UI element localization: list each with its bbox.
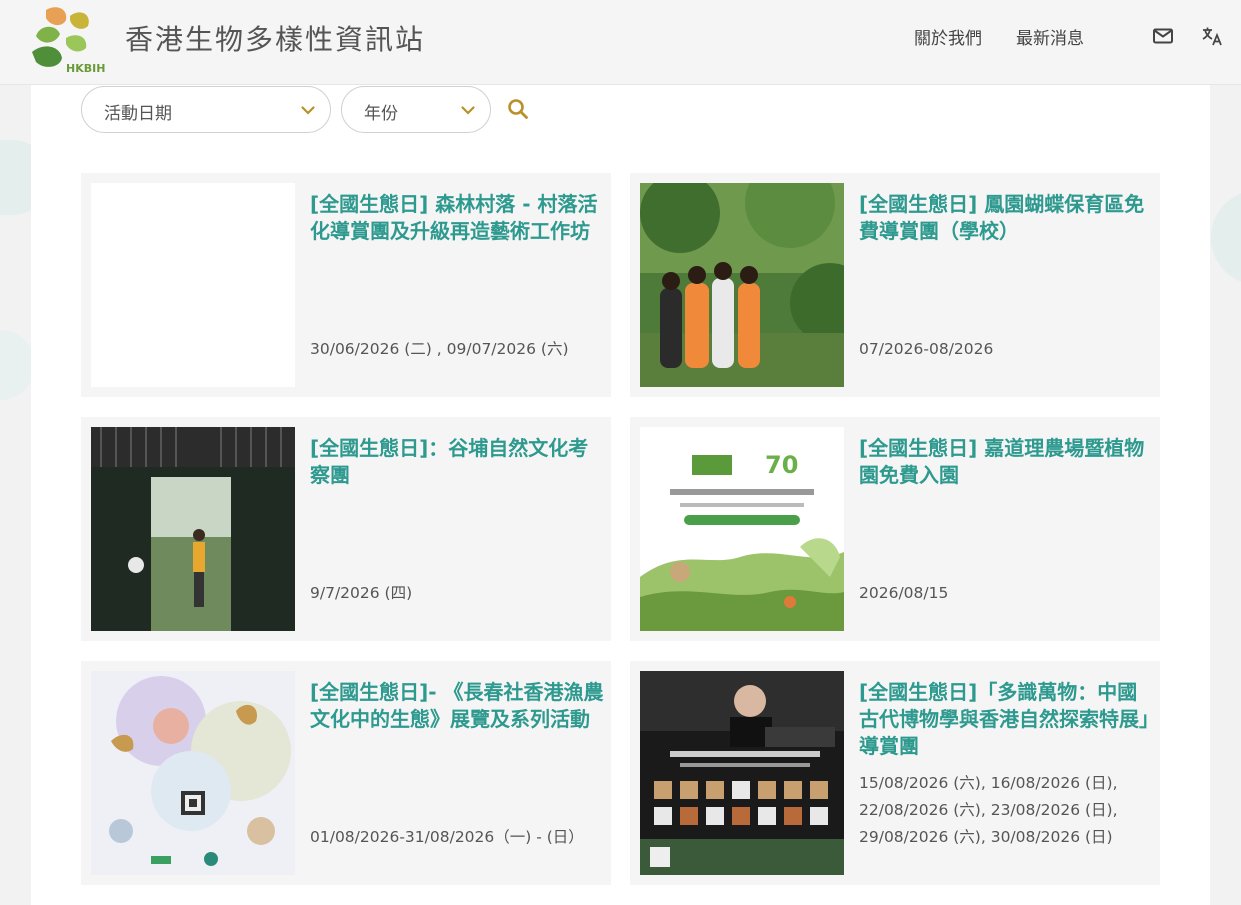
event-date: 22/08/2026 (六), 23/08/2026 (日),: [859, 801, 1118, 819]
event-title[interactable]: [全國生態日] 鳳園蝴蝶保育區免費導賞團（學校）: [859, 191, 1154, 245]
event-title[interactable]: [全國生態日] 森林村落 - 村落活化導賞團及升級再造藝術工作坊: [310, 191, 605, 245]
main-content: 活動日期 年份 [全國生態日] 森林村落 - 村落活化導賞團及升級再造藝術工作坊…: [31, 85, 1210, 905]
event-card[interactable]: [全國生態日]：谷埔自然文化考察團 9/7/2026 (四): [81, 417, 611, 641]
event-date: 2026/08/15: [859, 584, 949, 602]
event-date: 9/7/2026 (四): [310, 584, 413, 602]
event-card[interactable]: [全國生態日] 鳳園蝴蝶保育區免費導賞團（學校） 07/2026-08/2026: [630, 173, 1160, 397]
mail-icon[interactable]: [1151, 24, 1175, 48]
background-shape: [0, 330, 35, 400]
logo-text: HKBIH: [66, 62, 105, 75]
event-title[interactable]: [全國生態日]- 《長春社香港漁農文化中的生態》展覽及系列活動: [310, 679, 605, 733]
background-shape: [1211, 190, 1241, 285]
event-date: 01/08/2026-31/08/2026（一) - (日）: [310, 828, 584, 846]
activity-date-select[interactable]: 活動日期: [81, 86, 331, 133]
event-card[interactable]: 70 [全國生態日] 嘉道理農場暨植物園免費入園 2026/08/15: [630, 417, 1160, 641]
event-card[interactable]: [全國生態日]「多識萬物：中國古代博物學與香港自然探索特展」導賞團 15/08/…: [630, 661, 1160, 885]
chevron-down-icon: [461, 106, 475, 115]
activity-date-label: 活動日期: [104, 104, 172, 124]
site-logo[interactable]: HKBIH: [26, 2, 108, 78]
event-card[interactable]: [全國生態日]- 《長春社香港漁農文化中的生態》展覽及系列活動 01/08/20…: [81, 661, 611, 885]
event-thumbnail: [91, 671, 295, 875]
event-thumbnail: [91, 427, 295, 631]
event-card[interactable]: [全國生態日] 森林村落 - 村落活化導賞團及升級再造藝術工作坊 30/06/2…: [81, 173, 611, 397]
event-thumbnail: [91, 183, 295, 387]
event-thumbnail: 70: [640, 427, 844, 631]
nav-news-link[interactable]: 最新消息: [1016, 24, 1084, 49]
event-thumbnail: [640, 183, 844, 387]
event-title[interactable]: [全國生態日]：谷埔自然文化考察團: [310, 435, 605, 489]
event-date: 29/08/2026 (六), 30/08/2026 (日): [859, 828, 1113, 846]
year-label: 年份: [364, 104, 398, 124]
event-thumbnail: [640, 671, 844, 875]
event-date: 15/08/2026 (六), 16/08/2026 (日),: [859, 774, 1118, 792]
event-date: 07/2026-08/2026: [859, 340, 994, 358]
translate-icon[interactable]: [1200, 24, 1224, 48]
site-title[interactable]: 香港生物多樣性資訊站: [125, 18, 425, 58]
event-title[interactable]: [全國生態日]「多識萬物：中國古代博物學與香港自然探索特展」導賞團: [859, 679, 1154, 760]
chevron-down-icon: [301, 106, 315, 115]
event-date: 30/06/2026 (二) , 09/07/2026 (六): [310, 340, 569, 358]
nav-about-link[interactable]: 關於我們: [914, 24, 982, 49]
event-title[interactable]: [全國生態日] 嘉道理農場暨植物園免費入園: [859, 435, 1154, 489]
site-header: HKBIH 香港生物多樣性資訊站 關於我們 最新消息: [0, 0, 1241, 85]
svg-text:70: 70: [765, 451, 798, 479]
search-icon[interactable]: [507, 98, 529, 120]
year-select[interactable]: 年份: [341, 86, 491, 133]
